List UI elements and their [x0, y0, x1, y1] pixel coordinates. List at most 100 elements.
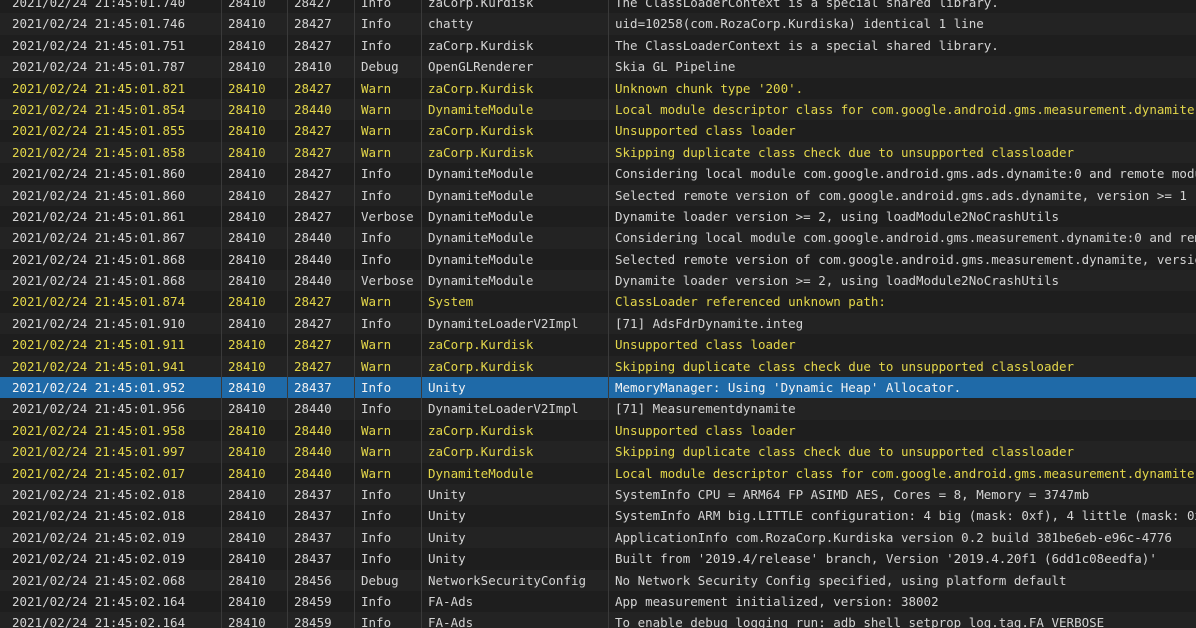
- log-time-cell: 2021/02/24 21:45:02.068: [0, 569, 222, 591]
- log-time-cell: 2021/02/24 21:45:02.019: [0, 526, 222, 549]
- log-tid-cell: 28437: [288, 483, 355, 506]
- log-row[interactable]: 2021/02/24 21:45:02.017 28410 28440 Warn Dyn…: [0, 462, 1196, 484]
- log-row[interactable]: 2021/02/24 21:45:01.956 28410 28440 Info Dyn…: [0, 398, 1196, 420]
- log-pid-cell: 28410: [222, 56, 288, 78]
- log-level-cell: Debug: [355, 569, 422, 591]
- log-pid-cell: 28410: [222, 462, 288, 484]
- log-tag-cell: DynamiteModule: [422, 462, 609, 484]
- log-tag-cell: System: [422, 291, 609, 313]
- log-pid-cell: 28410: [222, 569, 288, 591]
- log-message-cell: Unknown chunk type '200'.: [615, 80, 804, 96]
- log-tag-cell: DynamiteModule: [422, 248, 609, 271]
- log-time-cell: 2021/02/24 21:45:02.164: [0, 612, 222, 628]
- log-level-cell: Warn: [355, 120, 422, 142]
- log-viewer: 2021/02/24 21:45:01.740 28410 28427 Info zaC…: [0, 0, 1196, 628]
- log-row[interactable]: 2021/02/24 21:45:01.787 28410 28410 Debug Op…: [0, 56, 1196, 78]
- log-time-cell: 2021/02/24 21:45:01.997: [0, 441, 222, 463]
- log-pid-cell: 28410: [222, 227, 288, 249]
- log-level-cell: Info: [355, 0, 422, 14]
- log-tid-cell: 28440: [288, 398, 355, 420]
- log-pid-cell: 28410: [222, 13, 288, 35]
- log-row[interactable]: 2021/02/24 21:45:02.164 28410 28459 Info FA-…: [0, 590, 1196, 613]
- log-message-cell: The ClassLoaderContext is a special shar…: [615, 37, 999, 53]
- log-tid-cell: 28440: [288, 462, 355, 484]
- log-level-cell: Info: [355, 163, 422, 185]
- log-row[interactable]: 2021/02/24 21:45:01.854 28410 28440 Warn Dyn…: [0, 98, 1196, 121]
- log-tid-cell: 28437: [288, 526, 355, 549]
- log-row[interactable]: 2021/02/24 21:45:02.164 28410 28459 Info FA-…: [0, 612, 1196, 628]
- log-row[interactable]: 2021/02/24 21:45:01.874 28410 28427 Warn Sys…: [0, 291, 1196, 313]
- log-message-cell: Selected remote version of com.google.an…: [615, 251, 1196, 267]
- log-level-cell: Warn: [355, 291, 422, 313]
- log-row[interactable]: 2021/02/24 21:45:01.860 28410 28427 Info Dyn…: [0, 184, 1196, 206]
- log-row[interactable]: 2021/02/24 21:45:01.858 28410 28427 Warn zaC…: [0, 141, 1196, 164]
- log-row[interactable]: 2021/02/24 21:45:01.868 28410 28440 Info Dyn…: [0, 248, 1196, 271]
- log-message-cell: No Network Security Config specified, us…: [615, 572, 1067, 588]
- log-row[interactable]: 2021/02/24 21:45:01.821 28410 28427 Warn zaC…: [0, 77, 1196, 99]
- log-tid-cell: 28440: [288, 270, 355, 292]
- log-tid-cell: 28427: [288, 0, 355, 14]
- log-row[interactable]: 2021/02/24 21:45:01.997 28410 28440 Warn zaC…: [0, 441, 1196, 463]
- log-tag-cell: zaCorp.Kurdisk: [422, 334, 609, 356]
- log-level-cell: Info: [355, 505, 422, 527]
- log-row[interactable]: 2021/02/24 21:45:02.019 28410 28437 Info Uni…: [0, 526, 1196, 549]
- log-row[interactable]: 2021/02/24 21:45:02.018 28410 28437 Info Uni…: [0, 483, 1196, 506]
- log-row[interactable]: 2021/02/24 21:45:01.867 28410 28440 Info Dyn…: [0, 227, 1196, 249]
- log-time-cell: 2021/02/24 21:45:01.860: [0, 184, 222, 206]
- log-tid-cell: 28427: [288, 13, 355, 35]
- log-row[interactable]: 2021/02/24 21:45:02.018 28410 28437 Info Uni…: [0, 505, 1196, 527]
- log-message-cell: App measurement initialized, version: 38…: [615, 593, 939, 609]
- log-time-cell: 2021/02/24 21:45:01.868: [0, 270, 222, 292]
- log-time-cell: 2021/02/24 21:45:01.746: [0, 13, 222, 35]
- log-tid-cell: 28437: [288, 505, 355, 527]
- log-tag-cell: DynamiteModule: [422, 227, 609, 249]
- log-row[interactable]: 2021/02/24 21:45:01.911 28410 28427 Warn zaC…: [0, 334, 1196, 356]
- log-row[interactable]: 2021/02/24 21:45:01.860 28410 28427 Info Dyn…: [0, 163, 1196, 185]
- log-time-cell: 2021/02/24 21:45:01.958: [0, 419, 222, 442]
- log-time-cell: 2021/02/24 21:45:01.867: [0, 227, 222, 249]
- log-tag-cell: OpenGLRenderer: [422, 56, 609, 78]
- log-message-cell: To enable debug logging run: adb shell s…: [615, 615, 1105, 628]
- log-row[interactable]: 2021/02/24 21:45:01.855 28410 28427 Warn zaC…: [0, 120, 1196, 142]
- log-level-cell: Info: [355, 590, 422, 613]
- log-level-cell: Info: [355, 612, 422, 628]
- log-pid-cell: 28410: [222, 334, 288, 356]
- log-row[interactable]: 2021/02/24 21:45:01.740 28410 28427 Info zaC…: [0, 0, 1196, 14]
- log-tag-cell: Unity: [422, 377, 609, 399]
- log-pid-cell: 28410: [222, 505, 288, 527]
- log-row[interactable]: 2021/02/24 21:45:02.068 28410 28456 Debug Ne…: [0, 569, 1196, 591]
- log-time-cell: 2021/02/24 21:45:01.868: [0, 248, 222, 271]
- log-time-cell: 2021/02/24 21:45:01.956: [0, 398, 222, 420]
- log-message-cell: Considering local module com.google.andr…: [615, 230, 1196, 246]
- log-level-cell: Warn: [355, 98, 422, 121]
- log-tid-cell: 28459: [288, 590, 355, 613]
- log-tid-cell: 28440: [288, 441, 355, 463]
- log-tag-cell: zaCorp.Kurdisk: [422, 355, 609, 378]
- log-time-cell: 2021/02/24 21:45:01.861: [0, 205, 222, 228]
- log-row[interactable]: 2021/02/24 21:45:01.746 28410 28427 Info cha…: [0, 13, 1196, 35]
- log-level-cell: Warn: [355, 77, 422, 99]
- log-time-cell: 2021/02/24 21:45:01.952: [0, 377, 222, 399]
- log-message-cell: [71] AdsFdrDynamite.integ: [615, 315, 804, 331]
- log-message-cell: Local module descriptor class for com.go…: [615, 465, 1196, 481]
- log-level-cell: Warn: [355, 462, 422, 484]
- log-row[interactable]: 2021/02/24 21:45:01.941 28410 28427 Warn zaC…: [0, 355, 1196, 378]
- log-pid-cell: 28410: [222, 98, 288, 121]
- log-level-cell: Warn: [355, 441, 422, 463]
- log-level-cell: Verbose: [355, 205, 422, 228]
- log-row[interactable]: 2021/02/24 21:45:01.861 28410 28427 Verbose…: [0, 205, 1196, 228]
- log-row[interactable]: 2021/02/24 21:45:02.019 28410 28437 Info Uni…: [0, 548, 1196, 570]
- log-pid-cell: 28410: [222, 612, 288, 628]
- log-tid-cell: 28427: [288, 77, 355, 99]
- log-row[interactable]: 2021/02/24 21:45:01.868 28410 28440 Verbose…: [0, 270, 1196, 292]
- log-pid-cell: 28410: [222, 270, 288, 292]
- log-pid-cell: 28410: [222, 590, 288, 613]
- log-message-cell: SystemInfo CPU = ARM64 FP ASIMD AES, Cor…: [615, 486, 1090, 502]
- log-message-cell: SystemInfo ARM big.LITTLE configuration:…: [615, 508, 1196, 524]
- log-row-selected[interactable]: 2021/02/24 21:45:01.952 28410 28437 Info Uni…: [0, 377, 1196, 399]
- log-row[interactable]: 2021/02/24 21:45:01.958 28410 28440 Warn zaC…: [0, 419, 1196, 442]
- log-level-cell: Info: [355, 526, 422, 549]
- log-time-cell: 2021/02/24 21:45:01.787: [0, 56, 222, 78]
- log-row[interactable]: 2021/02/24 21:45:01.910 28410 28427 Info Dyn…: [0, 312, 1196, 335]
- log-row[interactable]: 2021/02/24 21:45:01.751 28410 28427 Info zaC…: [0, 34, 1196, 57]
